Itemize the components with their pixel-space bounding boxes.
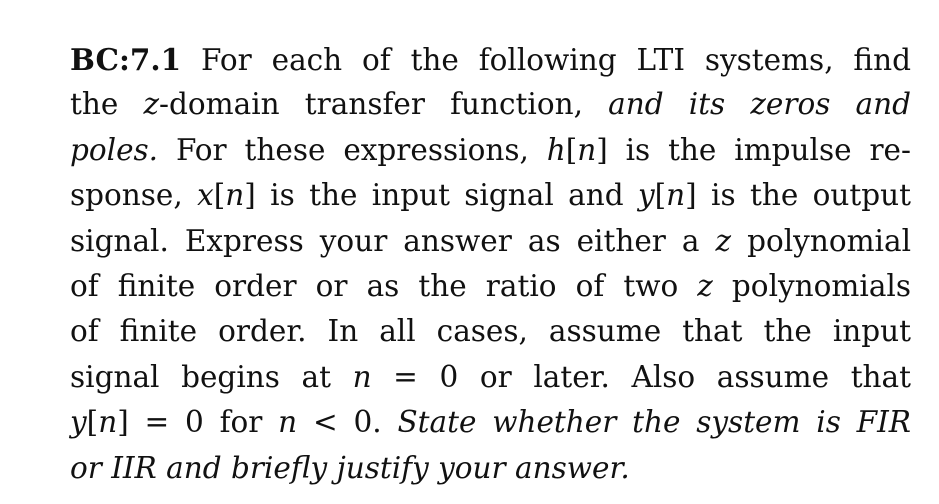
text-segment: [: [654, 178, 667, 213]
text-segment: For each of the following LTI systems, f…: [181, 43, 911, 77]
text-segment: ] is the impulse re-: [596, 132, 911, 167]
emphasized-text: poles.: [70, 132, 159, 167]
text-line: sponse, x[n] is the input signal and y[n…: [70, 173, 911, 218]
text-segment: [: [213, 178, 226, 213]
text-segment: < 0.: [297, 405, 398, 440]
text-line: poles. For these expressions, h[n] is th…: [70, 128, 911, 173]
text-segment: [: [565, 132, 578, 167]
emphasized-text: and its zeros and: [608, 87, 911, 122]
text-segment: = 0 or later. Also assume that: [371, 359, 911, 394]
emphasized-text: State whether the system is FIR: [397, 405, 911, 440]
math-variable: h: [546, 132, 566, 167]
math-variable: n: [666, 178, 686, 213]
math-variable: z: [715, 223, 732, 258]
text-segment: of finite order or as the ratio of two: [70, 268, 698, 303]
problem-statement: BC:7.1 For each of the following LTI sys…: [70, 37, 911, 491]
text-segment: polynomial: [731, 223, 912, 258]
problem-label: BC:7.1: [70, 42, 182, 77]
text-segment: For these expressions,: [158, 132, 547, 167]
text-segment: the: [70, 87, 144, 122]
text-line: signal begins at n = 0 or later. Also as…: [70, 355, 911, 400]
math-variable: n: [225, 178, 245, 213]
text-segment: ] = 0 for: [117, 405, 279, 440]
text-segment: polynomials: [712, 268, 911, 303]
text-segment: ] is the input signal and: [244, 178, 638, 213]
text-segment: sponse,: [70, 178, 198, 213]
math-variable: n: [352, 359, 372, 394]
text-segment: signal begins at: [70, 359, 353, 394]
text-segment: [: [86, 405, 99, 440]
emphasized-text: or IIR and briefly justify your answer.: [70, 450, 630, 485]
math-variable: z: [697, 268, 713, 303]
math-variable: z: [143, 87, 160, 122]
text-segment: of finite order. In all cases, assume th…: [70, 314, 911, 349]
math-variable: n: [98, 405, 118, 440]
math-variable: y: [637, 178, 655, 213]
text-line: the z-domain transfer function, and its …: [70, 82, 911, 127]
math-variable: x: [197, 178, 214, 213]
text-line: or IIR and briefly justify your answer.: [70, 446, 911, 491]
text-line: signal. Express your answer as either a …: [70, 219, 911, 264]
text-segment: ] is the output: [685, 178, 911, 213]
text-line: of finite order. In all cases, assume th…: [70, 309, 911, 354]
text-line: y[n] = 0 for n < 0. State whether the sy…: [70, 400, 911, 445]
math-variable: n: [577, 132, 597, 167]
math-variable: y: [70, 405, 87, 440]
text-segment: -domain transfer function,: [159, 87, 609, 122]
text-segment: signal. Express your answer as either a: [70, 223, 716, 258]
text-line: BC:7.1 For each of the following LTI sys…: [70, 37, 911, 82]
math-variable: n: [278, 405, 298, 440]
text-line: of finite order or as the ratio of two z…: [70, 264, 911, 309]
